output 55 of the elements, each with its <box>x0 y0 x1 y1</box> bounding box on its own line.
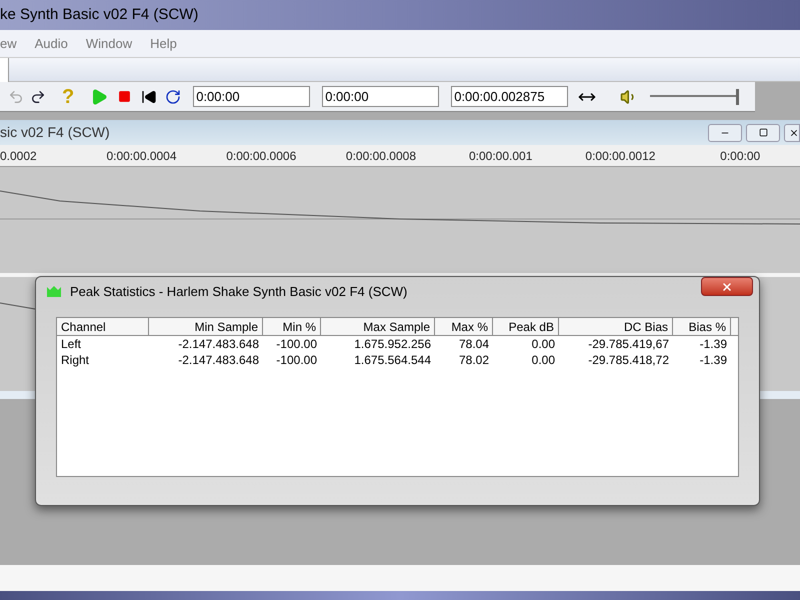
column-header[interactable]: Max % <box>435 318 493 336</box>
table-cell-text: 1.675.952.256 <box>353 337 432 352</box>
stop-icon[interactable] <box>118 90 132 103</box>
restore-icon <box>758 128 768 137</box>
close-button[interactable] <box>701 277 753 296</box>
skip-back-icon[interactable] <box>141 88 158 104</box>
column-header[interactable]: Min % <box>263 318 321 336</box>
menu-item[interactable]: ew <box>0 34 17 54</box>
column-header[interactable]: Peak dB <box>493 318 559 336</box>
table-cell-text: -1.39 <box>698 337 728 352</box>
dialog-title: Peak Statistics - Harlem Shake Synth Basic v02 F4 (SCW) <box>70 283 408 302</box>
table-cell-text: -100.00 <box>275 337 318 352</box>
table-cell-text: -1.39 <box>698 353 728 368</box>
ruler-label: 0:00:00.001 <box>468 148 534 164</box>
table-cell-text: 0.00 <box>530 337 556 352</box>
column-header[interactable]: Bias % <box>673 318 731 336</box>
table-cell-text: -29.785.418,72 <box>587 353 670 368</box>
close-icon <box>789 128 799 138</box>
table-cell-text: Right <box>60 353 90 368</box>
ruler-label: 0:00:00.0012 <box>584 148 656 164</box>
redo-icon[interactable] <box>30 88 46 104</box>
app-icon <box>46 285 62 299</box>
column-header[interactable]: DC Bias <box>559 318 673 336</box>
table-cell-text: -2.147.483.648 <box>177 353 260 368</box>
time-field[interactable]: 0:00:00 <box>322 86 440 107</box>
loop-icon[interactable] <box>165 88 182 104</box>
toolbar-field <box>0 58 9 82</box>
table-cell-text: 0.00 <box>530 353 556 368</box>
ruler-label: 0:00:00.0004 <box>105 148 178 164</box>
time-field[interactable]: 0:00:00.002875 <box>451 86 568 107</box>
table-cell-text: -2.147.483.648 <box>177 337 260 352</box>
time-field[interactable]: 0:00:00 <box>193 86 310 107</box>
document-title: sic v02 F4 (SCW) <box>0 123 110 142</box>
close-icon <box>721 280 733 292</box>
table-cell-text: 1.675.564.544 <box>353 353 432 368</box>
restore-button[interactable] <box>746 124 780 142</box>
ruler-label: 0.0002 <box>0 148 38 164</box>
window-title: ke Synth Basic v02 F4 (SCW) <box>0 4 198 25</box>
ruler-label: 0:00:00 <box>719 148 762 164</box>
volume-slider[interactable] <box>650 86 740 106</box>
column-header[interactable]: Min Sample <box>149 318 263 336</box>
ruler-label: 0:00:00.0006 <box>225 148 298 164</box>
menu-item[interactable]: Help <box>150 34 177 54</box>
column-header[interactable]: Max Sample <box>321 318 435 336</box>
table-cell-text: 78.04 <box>458 337 490 352</box>
table-cell-text: 78.02 <box>458 353 490 368</box>
ruler-label: 0:00:00.0008 <box>344 148 417 164</box>
table-cell-text: Left <box>60 337 82 352</box>
slider-thumb[interactable] <box>736 88 740 104</box>
close-button[interactable] <box>784 124 800 142</box>
table-cell-text: -29.785.419,67 <box>587 337 670 352</box>
column-header[interactable]: Channel <box>57 318 149 336</box>
menu-item[interactable]: Window <box>86 34 132 54</box>
table-cell-text: -100.00 <box>275 353 318 368</box>
menu-item[interactable]: Audio <box>34 34 68 54</box>
